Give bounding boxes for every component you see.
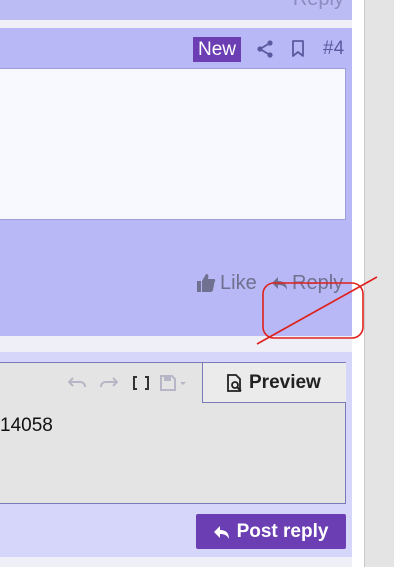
post-reply-label: Post reply [236,520,329,542]
previous-post: Reply [0,0,352,20]
preview-button[interactable]: Preview [202,363,346,403]
preview-label: Preview [249,371,321,393]
redo-icon[interactable] [100,375,118,391]
editor-content[interactable]: 14058 [0,415,53,437]
page-bottom [0,557,352,567]
bookmark-icon[interactable] [291,40,305,57]
previous-post-reply-button[interactable]: Reply [293,0,344,11]
quick-reply: Preview 14058 Post reply [0,352,352,557]
post-content [0,68,346,220]
post-header: New #4 [0,28,352,68]
save-draft-icon[interactable] [160,375,188,391]
undo-icon[interactable] [68,375,86,391]
editor-toolbar: Preview [0,363,346,403]
bbcode-icon[interactable] [132,375,150,391]
post-number[interactable]: #4 [323,38,344,60]
reply-icon [213,525,229,539]
share-icon[interactable] [256,40,274,58]
annotation-mark [256,276,378,345]
post-reply-button[interactable]: Post reply [196,514,346,549]
new-badge: New [193,37,241,62]
reply-editor[interactable]: Preview 14058 [0,362,346,504]
preview-icon [227,373,242,392]
thumbs-up-icon [197,274,216,292]
like-button[interactable]: Like [196,271,257,295]
